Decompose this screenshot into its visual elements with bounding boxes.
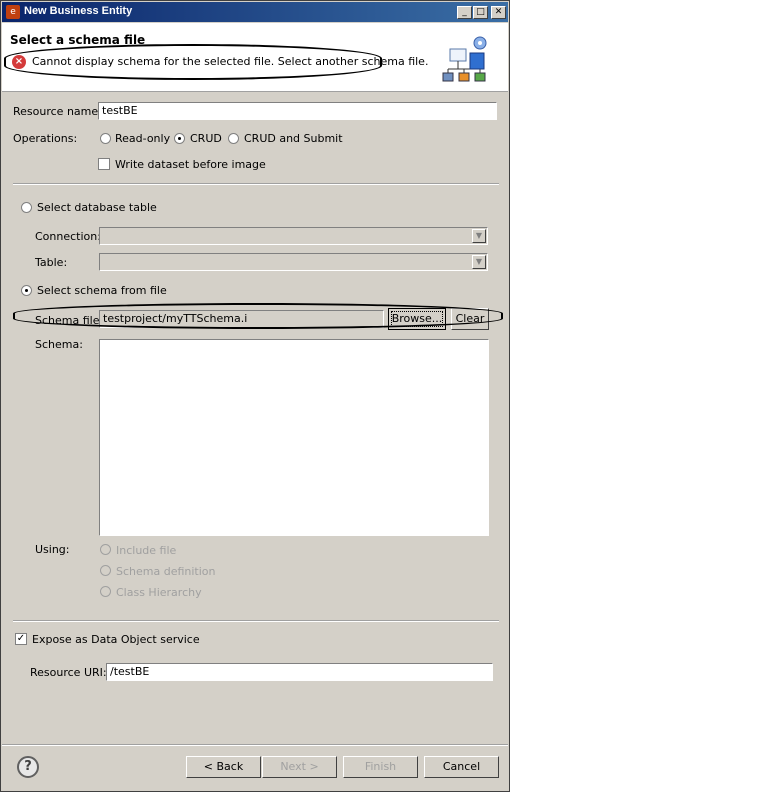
read-only-radio[interactable] xyxy=(100,133,111,144)
include-file-radio[interactable] xyxy=(100,544,111,555)
crud-label: CRUD xyxy=(190,132,222,145)
select-db-table-radio[interactable] xyxy=(21,202,32,213)
close-icon[interactable]: ✕ xyxy=(491,6,506,19)
annotation-oval xyxy=(4,44,382,80)
expose-label: Expose as Data Object service xyxy=(32,633,200,646)
maximize-icon[interactable]: □ xyxy=(473,6,488,19)
table-combo[interactable]: ▼ xyxy=(99,253,488,271)
class-hierarchy-radio[interactable] xyxy=(100,586,111,597)
schema-label: Schema: xyxy=(35,338,83,351)
schema-diagram-icon xyxy=(442,36,487,82)
operations-label: Operations: xyxy=(13,132,78,145)
help-icon[interactable]: ? xyxy=(17,756,39,778)
resource-name-input[interactable]: testBE xyxy=(98,102,497,120)
select-schema-file-radio[interactable] xyxy=(21,285,32,296)
class-hierarchy-label: Class Hierarchy xyxy=(116,586,202,599)
chevron-down-icon[interactable]: ▼ xyxy=(472,229,486,243)
expose-checkbox[interactable]: ✓ xyxy=(15,633,27,645)
annotation-oval xyxy=(13,303,503,329)
eclipse-icon: e xyxy=(6,5,20,19)
write-dataset-checkbox[interactable] xyxy=(98,158,110,170)
back-button[interactable]: < Back xyxy=(186,756,261,778)
schema-text-area[interactable] xyxy=(99,339,489,536)
minimize-icon[interactable]: _ xyxy=(457,6,472,19)
connection-label: Connection: xyxy=(35,230,101,243)
separator xyxy=(13,620,499,622)
write-dataset-label: Write dataset before image xyxy=(115,158,266,171)
crud-submit-label: CRUD and Submit xyxy=(244,132,343,145)
read-only-label: Read-only xyxy=(115,132,171,145)
include-file-label: Include file xyxy=(116,544,177,557)
window-title: New Business Entity xyxy=(24,5,133,17)
title-bar[interactable]: e New Business Entity _ □ ✕ xyxy=(2,2,508,22)
separator xyxy=(13,183,499,185)
resource-name-label: Resource name: xyxy=(13,105,102,118)
select-db-table-label: Select database table xyxy=(37,201,157,214)
using-label: Using: xyxy=(35,543,70,556)
crud-radio[interactable] xyxy=(174,133,185,144)
table-label: Table: xyxy=(35,256,68,269)
chevron-down-icon[interactable]: ▼ xyxy=(472,255,486,269)
next-button[interactable]: Next > xyxy=(262,756,337,778)
crud-submit-radio[interactable] xyxy=(228,133,239,144)
connection-combo[interactable]: ▼ xyxy=(99,227,488,245)
resource-uri-label: Resource URI: xyxy=(30,666,107,679)
select-schema-file-label: Select schema from file xyxy=(37,284,167,297)
separator xyxy=(2,744,508,746)
schema-definition-radio[interactable] xyxy=(100,565,111,576)
dialog-window: e New Business Entity _ □ ✕ Select a sch… xyxy=(0,0,510,792)
cancel-button[interactable]: Cancel xyxy=(424,756,499,778)
resource-uri-input[interactable]: /testBE xyxy=(106,663,493,681)
finish-button[interactable]: Finish xyxy=(343,756,418,778)
schema-definition-label: Schema definition xyxy=(116,565,216,578)
